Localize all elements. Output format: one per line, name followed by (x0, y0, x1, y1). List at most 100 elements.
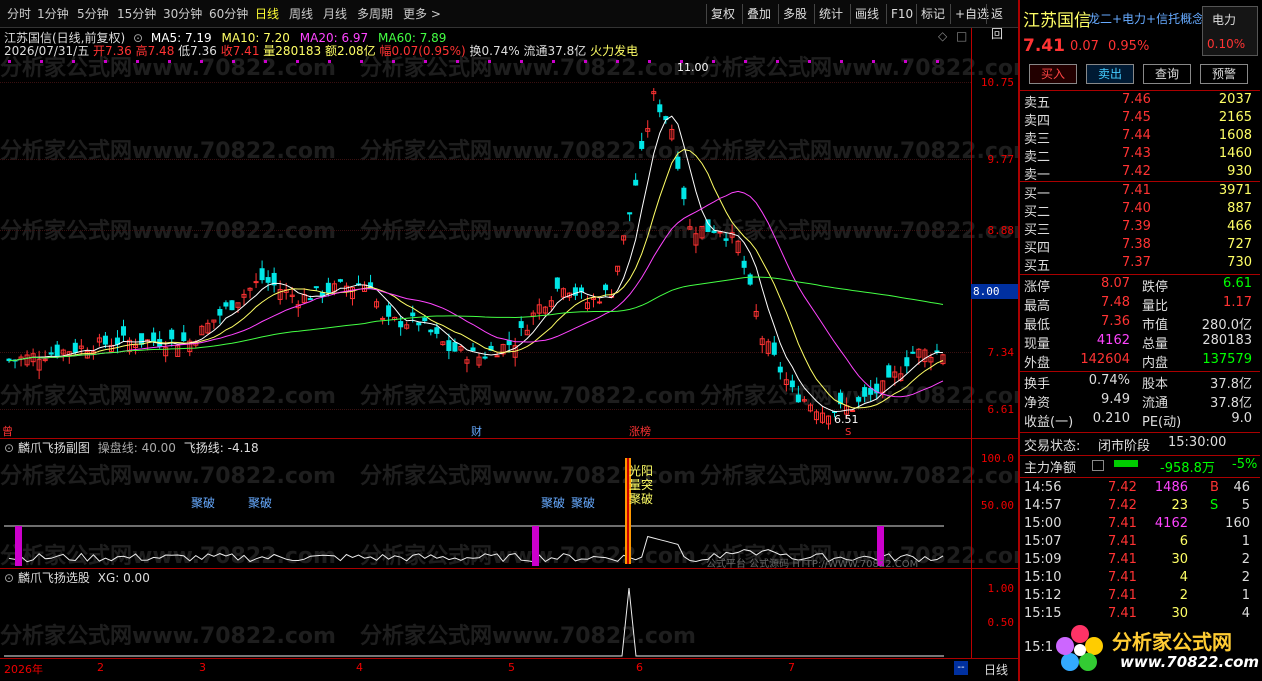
candle[interactable] (801, 396, 807, 403)
draw-line-button[interactable]: 画线 (850, 4, 883, 24)
finance-tag[interactable]: 财 (471, 423, 482, 439)
candle[interactable] (60, 348, 66, 362)
candle[interactable] (819, 406, 825, 424)
sub1-indicator-chart[interactable] (0, 450, 971, 568)
candle[interactable] (639, 132, 645, 151)
candle[interactable] (771, 335, 777, 357)
adjust-button[interactable]: 复权 (706, 4, 739, 24)
candle[interactable] (645, 120, 651, 138)
candle[interactable] (597, 298, 603, 305)
candle[interactable] (265, 270, 271, 291)
candle[interactable] (717, 231, 723, 238)
multi-stock-button[interactable]: 多股 (778, 4, 811, 24)
candle[interactable] (120, 319, 127, 342)
candle[interactable] (940, 353, 946, 366)
candle[interactable] (386, 302, 392, 326)
candle[interactable] (868, 380, 874, 402)
candle[interactable] (765, 338, 771, 357)
candle[interactable] (621, 235, 627, 245)
candle[interactable] (440, 341, 446, 346)
event-tag[interactable]: 曾 (2, 423, 13, 439)
query-button[interactable]: 查询 (1143, 64, 1191, 84)
candle[interactable] (759, 335, 765, 354)
f10-button[interactable]: F10 (886, 4, 917, 24)
candle[interactable] (633, 173, 639, 186)
candle[interactable] (229, 300, 235, 311)
candle[interactable] (572, 283, 578, 301)
alert-button[interactable]: 预警 (1200, 64, 1248, 84)
candlestick-chart[interactable] (0, 58, 971, 438)
sector-box[interactable]: 电力 0.10% (1202, 6, 1258, 56)
sub2-indicator-chart[interactable] (0, 580, 971, 658)
candle[interactable] (428, 329, 434, 336)
chart-area[interactable]: 分析家公式网www.70822.com 分析家公式网www.70822.com … (0, 28, 1036, 681)
list-icon[interactable] (1092, 460, 1104, 471)
candle[interactable] (114, 330, 120, 354)
candle[interactable] (518, 316, 524, 336)
candle[interactable] (723, 232, 729, 247)
candle[interactable] (862, 384, 868, 403)
candle[interactable] (133, 338, 139, 355)
period-tab-60min[interactable]: 60分钟 (206, 5, 251, 23)
candle[interactable] (199, 324, 205, 336)
candle[interactable] (880, 380, 886, 399)
period-tab-timeshare[interactable]: 分时 (4, 5, 34, 23)
candle[interactable] (735, 240, 741, 256)
candle[interactable] (476, 352, 482, 368)
sell-button[interactable]: 卖出 (1086, 64, 1134, 84)
mark-button[interactable]: 标记 (916, 4, 949, 24)
candle[interactable] (536, 298, 542, 320)
candle[interactable] (96, 333, 102, 347)
candle[interactable] (217, 306, 223, 324)
candle[interactable] (295, 300, 301, 317)
candle[interactable] (404, 321, 410, 330)
candle[interactable] (337, 278, 343, 283)
period-tab-15min[interactable]: 15分钟 (114, 5, 159, 23)
period-tab-weekly[interactable]: 周线 (286, 5, 316, 23)
candle[interactable] (175, 344, 181, 357)
candle[interactable] (271, 267, 277, 293)
candle[interactable] (783, 372, 789, 392)
candle[interactable] (470, 342, 476, 352)
candle[interactable] (789, 374, 795, 393)
candle[interactable] (211, 319, 217, 330)
candle[interactable] (374, 298, 380, 310)
candle[interactable] (524, 324, 530, 336)
candle[interactable] (301, 288, 307, 305)
candle[interactable] (825, 415, 832, 430)
candle[interactable] (205, 319, 211, 334)
period-tab-daily[interactable]: 日线 (252, 5, 282, 23)
candle[interactable] (693, 226, 699, 254)
candle[interactable] (223, 300, 229, 310)
stats-button[interactable]: 统计 (814, 4, 847, 24)
candle[interactable] (838, 389, 844, 409)
candle[interactable] (187, 338, 193, 357)
candle[interactable] (36, 350, 42, 380)
candle[interactable] (181, 325, 187, 342)
period-tab-30min[interactable]: 30分钟 (160, 5, 205, 23)
square-icon[interactable]: □ (956, 29, 967, 43)
candle[interactable] (500, 343, 506, 357)
candle[interactable] (699, 225, 705, 240)
candle[interactable] (813, 409, 819, 425)
candle[interactable] (151, 327, 157, 347)
period-tab-multi[interactable]: 多周期 (354, 5, 396, 23)
candle[interactable] (127, 337, 133, 355)
candle[interactable] (247, 287, 253, 299)
candle[interactable] (657, 99, 663, 118)
candle[interactable] (259, 260, 265, 284)
back-button[interactable]: 返回 (986, 4, 1018, 41)
limit-up-tag[interactable]: 涨榜 (629, 423, 651, 439)
diamond-icon[interactable]: ◇ (938, 29, 947, 43)
candle[interactable] (18, 354, 24, 367)
candle[interactable] (651, 88, 657, 102)
candle[interactable] (753, 304, 759, 320)
candle[interactable] (874, 377, 880, 400)
candle[interactable] (627, 212, 633, 222)
period-tab-5min[interactable]: 5分钟 (74, 5, 112, 23)
candle[interactable] (464, 356, 470, 373)
candle[interactable] (530, 310, 536, 325)
overlay-button[interactable]: 叠加 (742, 4, 775, 24)
candle[interactable] (157, 331, 163, 349)
candle[interactable] (362, 281, 368, 292)
